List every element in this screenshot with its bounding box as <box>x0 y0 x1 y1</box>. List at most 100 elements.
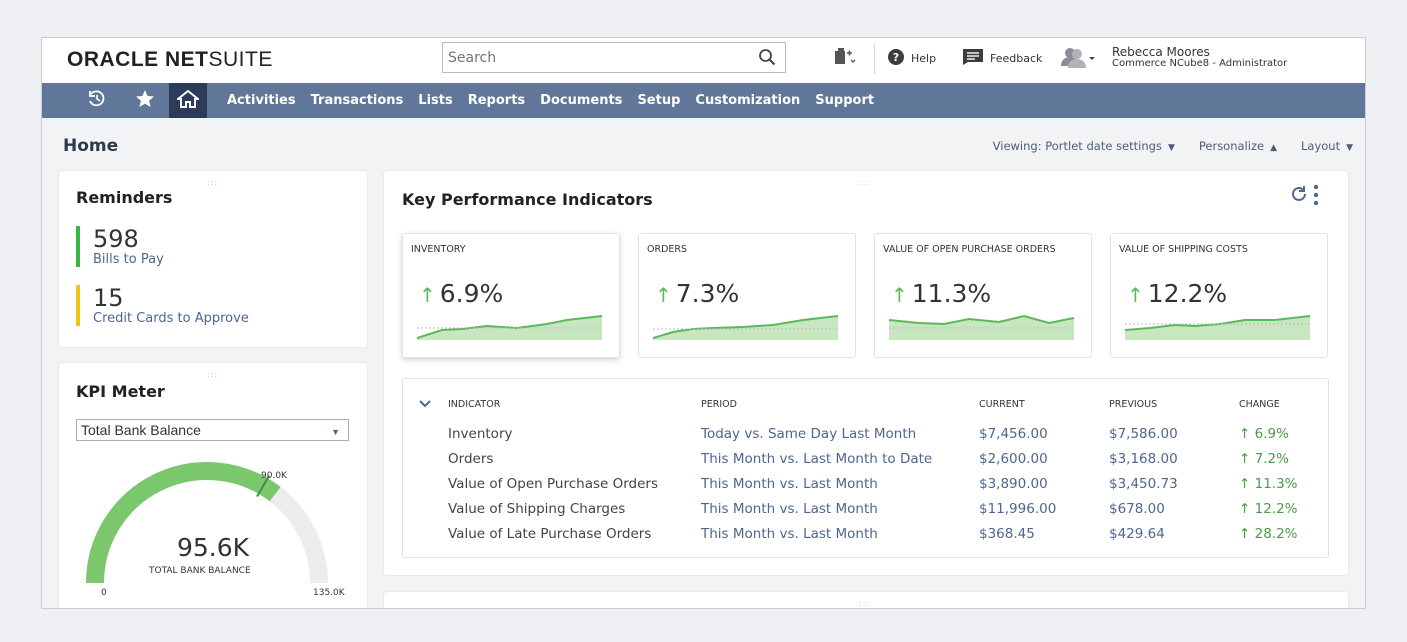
header-divider <box>874 44 875 74</box>
global-search[interactable] <box>442 42 786 73</box>
create-new-menu[interactable] <box>832 47 856 70</box>
reminder-credit-cards[interactable]: 15 Credit Cards to Approve <box>76 285 249 326</box>
cell-current[interactable]: $3,890.00 <box>979 476 1048 492</box>
refresh-icon[interactable] <box>1289 185 1309 209</box>
drag-handle-icon[interactable]: ::: <box>859 178 870 187</box>
cell-current[interactable]: $7,456.00 <box>979 426 1048 442</box>
cell-previous[interactable]: $678.00 <box>1109 501 1165 517</box>
col-header-previous[interactable]: PREVIOUS <box>1109 399 1157 410</box>
gauge-min-label: 0 <box>101 588 107 598</box>
cell-indicator[interactable]: Inventory <box>448 426 512 442</box>
collapse-chevron-icon[interactable] <box>419 394 431 413</box>
cell-current[interactable]: $11,996.00 <box>979 501 1056 517</box>
cell-previous[interactable]: $3,168.00 <box>1109 451 1178 467</box>
cell-indicator[interactable]: Value of Shipping Charges <box>448 501 625 517</box>
kpi-card-value: ↑ 7.3% <box>655 279 740 308</box>
nav-item-support[interactable]: Support <box>815 93 874 108</box>
cell-indicator[interactable]: Value of Late Purchase Orders <box>448 526 651 542</box>
search-input[interactable] <box>443 43 743 72</box>
arrow-up-icon: ↑ <box>1239 451 1255 467</box>
kpi-card-inventory[interactable]: Inventory ↑ 6.9% <box>402 233 620 358</box>
col-header-indicator[interactable]: INDICATOR <box>448 399 500 410</box>
help-label: Help <box>911 52 937 65</box>
nav-item-transactions[interactable]: Transactions <box>311 93 404 108</box>
page-title: Home <box>63 136 119 156</box>
col-header-current[interactable]: CURRENT <box>979 399 1025 410</box>
arrow-up-icon: ↑ <box>655 283 672 307</box>
feedback-link[interactable]: Feedback <box>962 48 1042 69</box>
top-header: ORACLE NETSUITE ? Help Feedback <box>42 38 1365 83</box>
arrow-up-icon: ↑ <box>1239 526 1255 542</box>
help-icon: ? <box>887 48 905 69</box>
home-button[interactable] <box>169 83 207 118</box>
reminder-label[interactable]: Bills to Pay <box>93 252 164 267</box>
nav-item-customization[interactable]: Customization <box>695 93 800 108</box>
cell-previous[interactable]: $7,586.00 <box>1109 426 1178 442</box>
cell-previous[interactable]: $429.64 <box>1109 526 1165 542</box>
col-header-change[interactable]: CHANGE <box>1239 399 1280 410</box>
cell-change: ↑ 7.2% <box>1239 451 1289 467</box>
cell-period[interactable]: Today vs. Same Day Last Month <box>701 426 916 442</box>
arrow-up-icon: ↑ <box>1239 501 1255 517</box>
nav-item-lists[interactable]: Lists <box>418 93 452 108</box>
caret-up-icon: ▲ <box>1270 143 1277 153</box>
kpi-card-value: ↑ 12.2% <box>1127 279 1228 308</box>
kpi-meter-portlet: ::: KPI Meter Total Bank Balance ▼ 95.6K… <box>59 363 367 608</box>
nav-item-documents[interactable]: Documents <box>540 93 622 108</box>
search-icon[interactable] <box>758 48 776 70</box>
gauge-caption: TOTAL BANK BALANCE <box>149 566 251 576</box>
drag-handle-icon[interactable]: ::: <box>207 178 218 187</box>
netsuite-logo[interactable]: ORACLE NETSUITE <box>67 48 273 72</box>
feedback-label: Feedback <box>990 52 1043 65</box>
create-new-icon <box>832 47 856 70</box>
cell-period[interactable]: This Month vs. Last Month to Date <box>701 451 932 467</box>
reminder-label[interactable]: Credit Cards to Approve <box>93 311 249 326</box>
user-name[interactable]: Rebecca Moores <box>1112 46 1210 58</box>
main-nav: Activities Transactions Lists Reports Do… <box>42 83 1365 118</box>
kpi-card-label: Value of Shipping Costs <box>1119 244 1248 255</box>
layout-label: Layout <box>1300 139 1341 153</box>
cell-indicator[interactable]: Value of Open Purchase Orders <box>448 476 658 492</box>
more-options-icon[interactable] <box>1312 184 1320 210</box>
gauge-value: 95.6K <box>177 533 250 562</box>
arrow-up-icon: ↑ <box>1239 426 1255 442</box>
recent-records-button[interactable] <box>78 83 116 118</box>
recent-icon <box>87 89 107 113</box>
cell-current[interactable]: $368.45 <box>979 526 1035 542</box>
nav-item-setup[interactable]: Setup <box>637 93 680 108</box>
viewing-settings-menu[interactable]: Viewing: Portlet date settings ▼ <box>993 139 1175 153</box>
kpi-card-open-purchase-orders[interactable]: Value of Open Purchase Orders ↑ 11.3% <box>874 233 1092 358</box>
help-link[interactable]: ? Help <box>887 48 936 69</box>
cell-current[interactable]: $2,600.00 <box>979 451 1048 467</box>
cell-change: ↑ 12.2% <box>1239 501 1298 517</box>
kpi-title: Key Performance Indicators <box>402 190 653 209</box>
shortcuts-button[interactable] <box>126 83 164 118</box>
kpi-card-value: ↑ 6.9% <box>419 279 504 308</box>
nav-item-activities[interactable]: Activities <box>227 93 296 108</box>
kpi-card-orders[interactable]: Orders ↑ 7.3% <box>638 233 856 358</box>
nav-item-reports[interactable]: Reports <box>468 93 525 108</box>
cell-change: ↑ 11.3% <box>1239 476 1298 492</box>
reminder-bills[interactable]: 598 Bills to Pay <box>76 226 164 267</box>
sparkline-chart <box>889 314 1075 340</box>
cell-period[interactable]: This Month vs. Last Month <box>701 476 878 492</box>
user-role[interactable]: Commerce NCube8 - Administrator <box>1112 58 1287 69</box>
drag-handle-icon[interactable]: ::: <box>859 599 870 608</box>
arrow-up-icon: ↑ <box>1127 283 1144 307</box>
reminder-count: 598 <box>93 225 139 253</box>
layout-menu[interactable]: Layout ▼ <box>1301 139 1353 153</box>
cell-indicator[interactable]: Orders <box>448 451 493 467</box>
user-menu-toggle[interactable] <box>1058 46 1096 73</box>
personalize-label: Personalize <box>1198 139 1265 153</box>
personalize-menu[interactable]: Personalize ▲ <box>1199 139 1277 153</box>
cell-period[interactable]: This Month vs. Last Month <box>701 501 878 517</box>
kpi-card-shipping-costs[interactable]: Value of Shipping Costs ↑ 12.2% <box>1110 233 1328 358</box>
col-header-period[interactable]: PERIOD <box>701 399 737 410</box>
feedback-icon <box>962 48 984 69</box>
reminder-count: 15 <box>93 284 124 312</box>
cell-previous[interactable]: $3,450.73 <box>1109 476 1178 492</box>
sparkline-chart <box>417 315 603 340</box>
kpi-card-label: Value of Open Purchase Orders <box>883 244 1056 255</box>
cell-change: ↑ 28.2% <box>1239 526 1298 542</box>
cell-period[interactable]: This Month vs. Last Month <box>701 526 878 542</box>
